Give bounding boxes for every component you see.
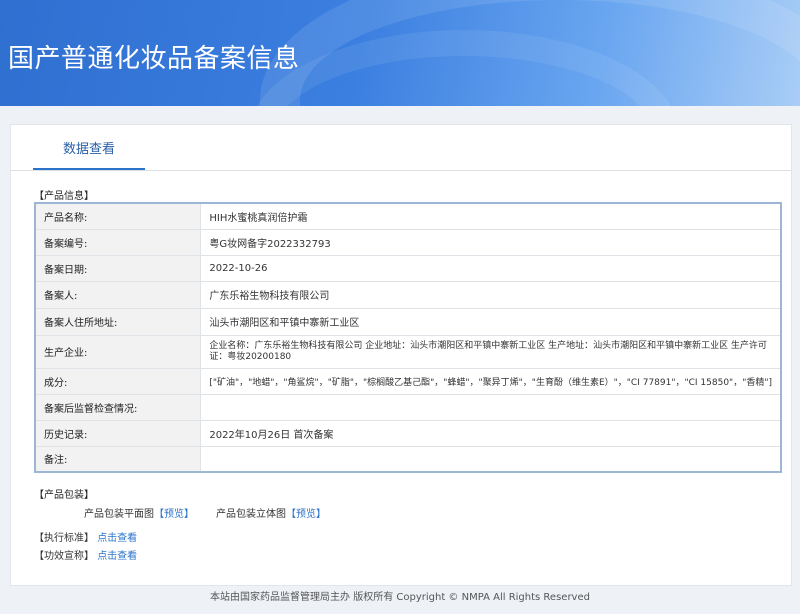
- packaging-flat-preview-link[interactable]: 【预览】: [154, 509, 194, 520]
- standard-label: 【执行标准】: [34, 533, 94, 544]
- product-info-heading: 【产品信息】: [34, 191, 94, 202]
- footer-copyright: 本站由国家药品监督管理局主办 版权所有 Copyright © NMPA All…: [210, 592, 590, 603]
- packaging-flat-row: 产品包装平面图【预览】: [84, 505, 194, 520]
- row-key: 备案日期:: [34, 254, 202, 282]
- row-value: ["矿油"，"地蜡"，"角鲨烷"，"矿脂"，"棕榈酸乙基己酯"，"蜂蜡"，"聚异…: [200, 367, 782, 395]
- row-value: 2022年10月26日 首次备案: [200, 419, 782, 447]
- packaging-stereo-label: 产品包装立体图: [216, 509, 286, 520]
- row-value: [200, 445, 782, 473]
- packaging-heading: 【产品包装】: [34, 490, 94, 501]
- tab-data-view[interactable]: 数据查看: [33, 125, 145, 170]
- row-key: 生产企业:: [34, 334, 202, 369]
- header-banner: 国产普通化妆品备案信息: [0, 0, 800, 106]
- table-row: 产品名称: HIH水蜜桃真润倍护霜: [34, 202, 782, 230]
- table-row: 生产企业: 企业名称：广东乐裕生物科技有限公司 企业地址：汕头市潮阳区和平镇中寨…: [34, 334, 782, 369]
- row-value: HIH水蜜桃真润倍护霜: [200, 202, 782, 230]
- row-key: 备案编号:: [34, 228, 202, 256]
- table-row: 备案人住所地址: 汕头市潮阳区和平镇中寨新工业区: [34, 307, 782, 336]
- row-value: 企业名称：广东乐裕生物科技有限公司 企业地址：汕头市潮阳区和平镇中寨新工业区 生…: [200, 334, 782, 369]
- row-key: 历史记录:: [34, 419, 202, 447]
- packaging-stereo-preview-link[interactable]: 【预览】: [286, 509, 326, 520]
- row-value: 汕头市潮阳区和平镇中寨新工业区: [200, 307, 782, 336]
- row-key: 产品名称:: [34, 202, 202, 230]
- row-value: 粤G妆网备字2022332793: [200, 228, 782, 256]
- row-value: 广东乐裕生物科技有限公司: [200, 280, 782, 309]
- table-row: 备案人: 广东乐裕生物科技有限公司: [34, 280, 782, 309]
- table-row: 备案日期: 2022-10-26: [34, 254, 782, 282]
- packaging-stereo-row: 产品包装立体图【预览】: [216, 505, 326, 520]
- product-info-table: 产品名称: HIH水蜜桃真润倍护霜 备案编号: 粤G妆网备字2022332793…: [34, 202, 782, 473]
- page-title: 国产普通化妆品备案信息: [8, 44, 300, 74]
- row-key: 备注:: [34, 445, 202, 473]
- table-row: 历史记录: 2022年10月26日 首次备案: [34, 419, 782, 447]
- table-row: 备案编号: 粤G妆网备字2022332793: [34, 228, 782, 256]
- content-panel: 数据查看 【产品信息】 产品名称: HIH水蜜桃真润倍护霜 备案编号: 粤G妆网…: [10, 124, 792, 586]
- standard-row: 【执行标准】 点击查看: [34, 529, 137, 544]
- row-value: 2022-10-26: [200, 254, 782, 282]
- efficacy-label: 【功效宣称】: [34, 551, 94, 562]
- tab-bar: 数据查看: [11, 125, 791, 171]
- efficacy-row: 【功效宣称】 点击查看: [34, 547, 137, 562]
- standard-view-link[interactable]: 点击查看: [97, 533, 137, 544]
- table-row: 成分: ["矿油"，"地蜡"，"角鲨烷"，"矿脂"，"棕榈酸乙基己酯"，"蜂蜡"…: [34, 367, 782, 395]
- table-row: 备案后监督检查情况:: [34, 393, 782, 421]
- row-key: 成分:: [34, 367, 202, 395]
- table-row: 备注:: [34, 445, 782, 473]
- row-value: [200, 393, 782, 421]
- packaging-flat-label: 产品包装平面图: [84, 509, 154, 520]
- efficacy-view-link[interactable]: 点击查看: [97, 551, 137, 562]
- row-key: 备案人:: [34, 280, 202, 309]
- row-key: 备案后监督检查情况:: [34, 393, 202, 421]
- row-key: 备案人住所地址:: [34, 307, 202, 336]
